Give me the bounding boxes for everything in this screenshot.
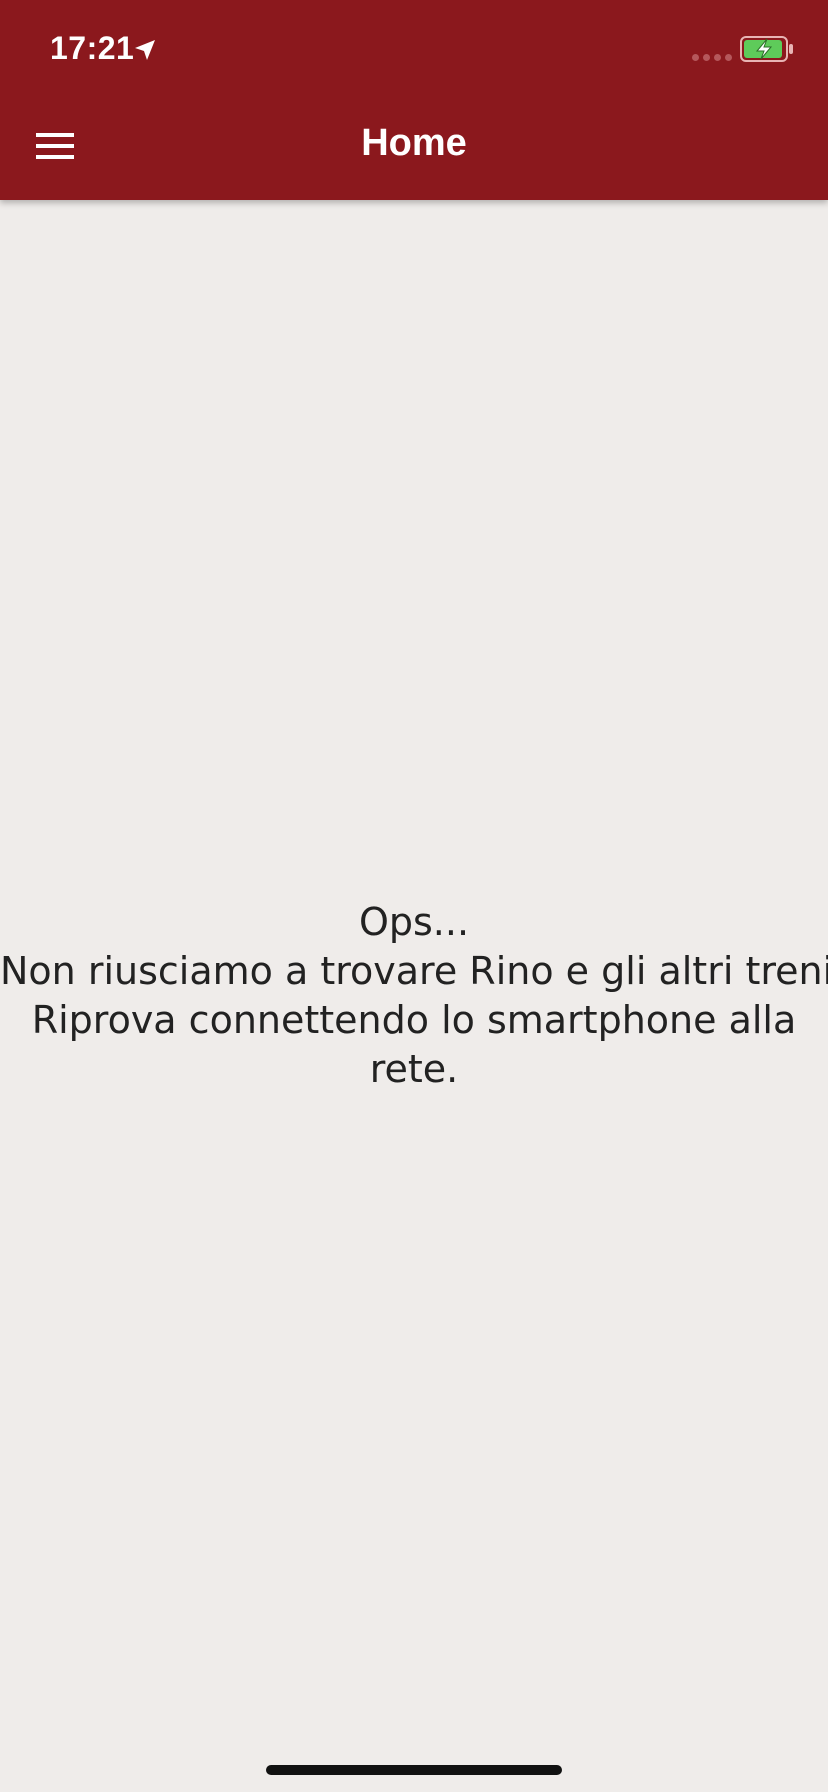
battery-charging-icon [740,36,793,62]
signal-dots-icon [692,54,732,61]
page-title: Home [361,122,467,164]
message-line: Riprova connettendo lo smartphone alla [31,998,797,1042]
home-indicator[interactable] [266,1765,562,1775]
message-line: Ops... [358,900,470,944]
location-arrow-icon [135,40,155,60]
status-time: 17:21 [50,30,135,66]
message-line: rete. [369,1047,459,1091]
app-screen: 17:21 Home Ops... Non riusciamo a trovar… [0,0,828,1792]
offline-message: Ops... Non riusciamo a trovare Rino e gl… [0,898,828,1094]
message-line: Non riusciamo a trovare Rino e gli altri… [0,949,828,993]
app-bar: 17:21 Home [0,0,828,200]
